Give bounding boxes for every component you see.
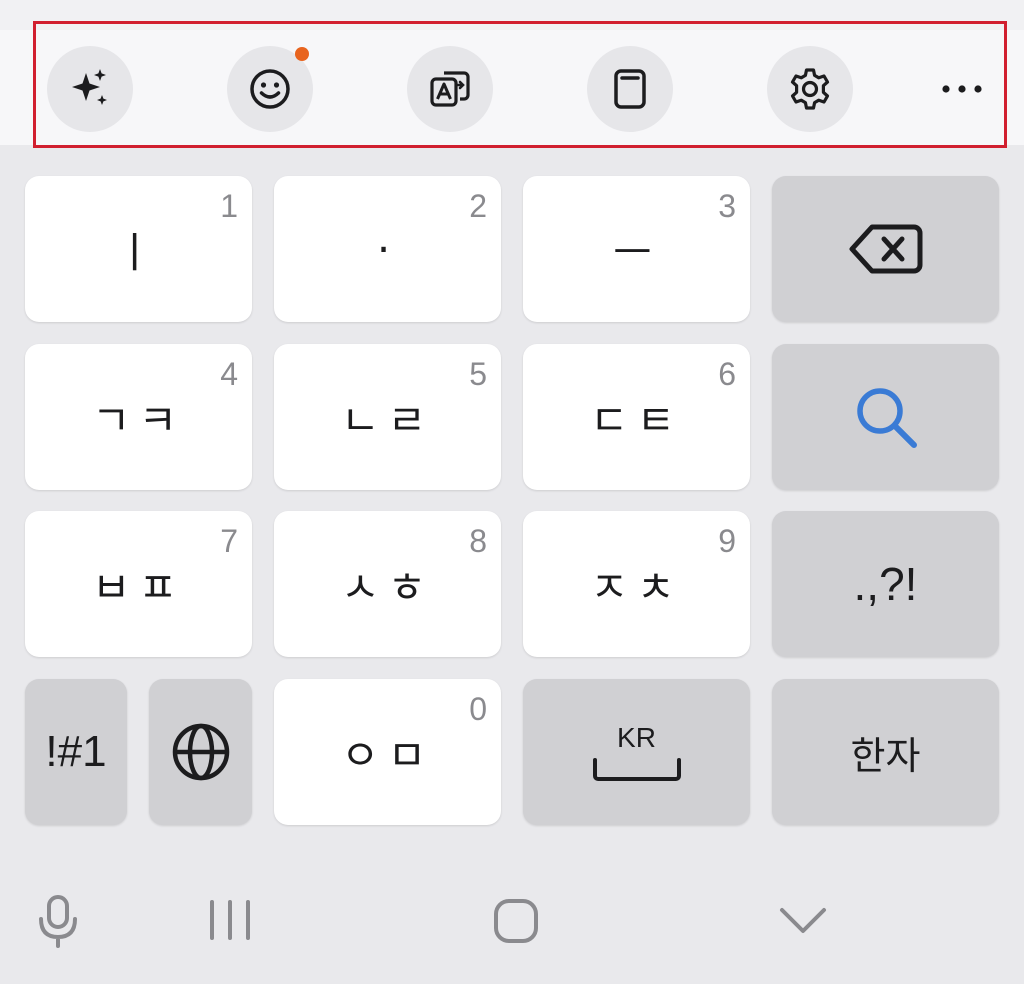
space-key-content: KR <box>591 722 683 782</box>
key-label: ㄷㅌ <box>589 395 684 445</box>
search-icon <box>856 388 917 448</box>
key-vowel-dot[interactable]: 2 · <box>274 176 501 322</box>
punctuation-key[interactable]: .,?! <box>772 511 999 657</box>
key-number: 9 <box>718 523 736 559</box>
key-b-p[interactable]: 7 ㅂㅍ <box>25 511 252 657</box>
home-icon[interactable] <box>492 897 540 945</box>
globe-icon <box>172 723 229 781</box>
key-label: ㅣ <box>115 227 162 277</box>
key-number: 0 <box>469 691 487 727</box>
key-label: !#1 <box>45 727 107 776</box>
hanja-key[interactable]: 한자 <box>772 679 999 825</box>
key-number: 8 <box>469 523 487 559</box>
key-j-ch[interactable]: 9 ㅈㅊ <box>523 511 750 657</box>
key-label: ㅅㅎ <box>340 562 435 612</box>
key-label: .,?! <box>853 558 918 610</box>
key-ng-m[interactable]: 0 ㅇㅁ <box>274 679 501 825</box>
key-vowel-i[interactable]: 1 ㅣ <box>25 176 252 322</box>
backspace-icon <box>849 224 922 274</box>
key-vowel-eu[interactable]: 3 ㅡ <box>523 176 750 322</box>
key-label: ㅇㅁ <box>340 730 435 780</box>
recent-apps-icon[interactable] <box>206 898 254 942</box>
key-s-h[interactable]: 8 ㅅㅎ <box>274 511 501 657</box>
backspace-key[interactable] <box>772 176 999 322</box>
toolbar-highlight-box <box>33 21 1007 148</box>
key-number: 5 <box>469 356 487 392</box>
key-label: ㄴㄹ <box>340 395 435 445</box>
key-number: 4 <box>220 356 238 392</box>
key-n-r[interactable]: 5 ㄴㄹ <box>274 344 501 490</box>
space-bar-icon <box>592 758 681 781</box>
key-label: ㅈㅊ <box>589 562 684 612</box>
key-number: 6 <box>718 356 736 392</box>
symbols-key[interactable]: !#1 <box>25 679 127 825</box>
key-number: 7 <box>220 523 238 559</box>
key-label: ㅡ <box>613 227 660 277</box>
key-number: 2 <box>469 188 487 224</box>
key-number: 1 <box>220 188 238 224</box>
key-g-k[interactable]: 4 ㄱㅋ <box>25 344 252 490</box>
key-label: · <box>376 224 399 274</box>
key-label: ㅂㅍ <box>91 562 186 612</box>
key-label: ㄱㅋ <box>91 395 186 445</box>
microphone-icon[interactable] <box>36 893 80 949</box>
key-label: 한자 <box>850 733 921 778</box>
search-key[interactable] <box>772 344 999 490</box>
key-d-t[interactable]: 6 ㄷㅌ <box>523 344 750 490</box>
hide-keyboard-icon[interactable] <box>778 904 828 936</box>
language-key[interactable] <box>149 679 252 825</box>
space-language-label: KR <box>617 722 656 753</box>
key-number: 3 <box>718 188 736 224</box>
space-key[interactable]: KR <box>523 679 750 825</box>
